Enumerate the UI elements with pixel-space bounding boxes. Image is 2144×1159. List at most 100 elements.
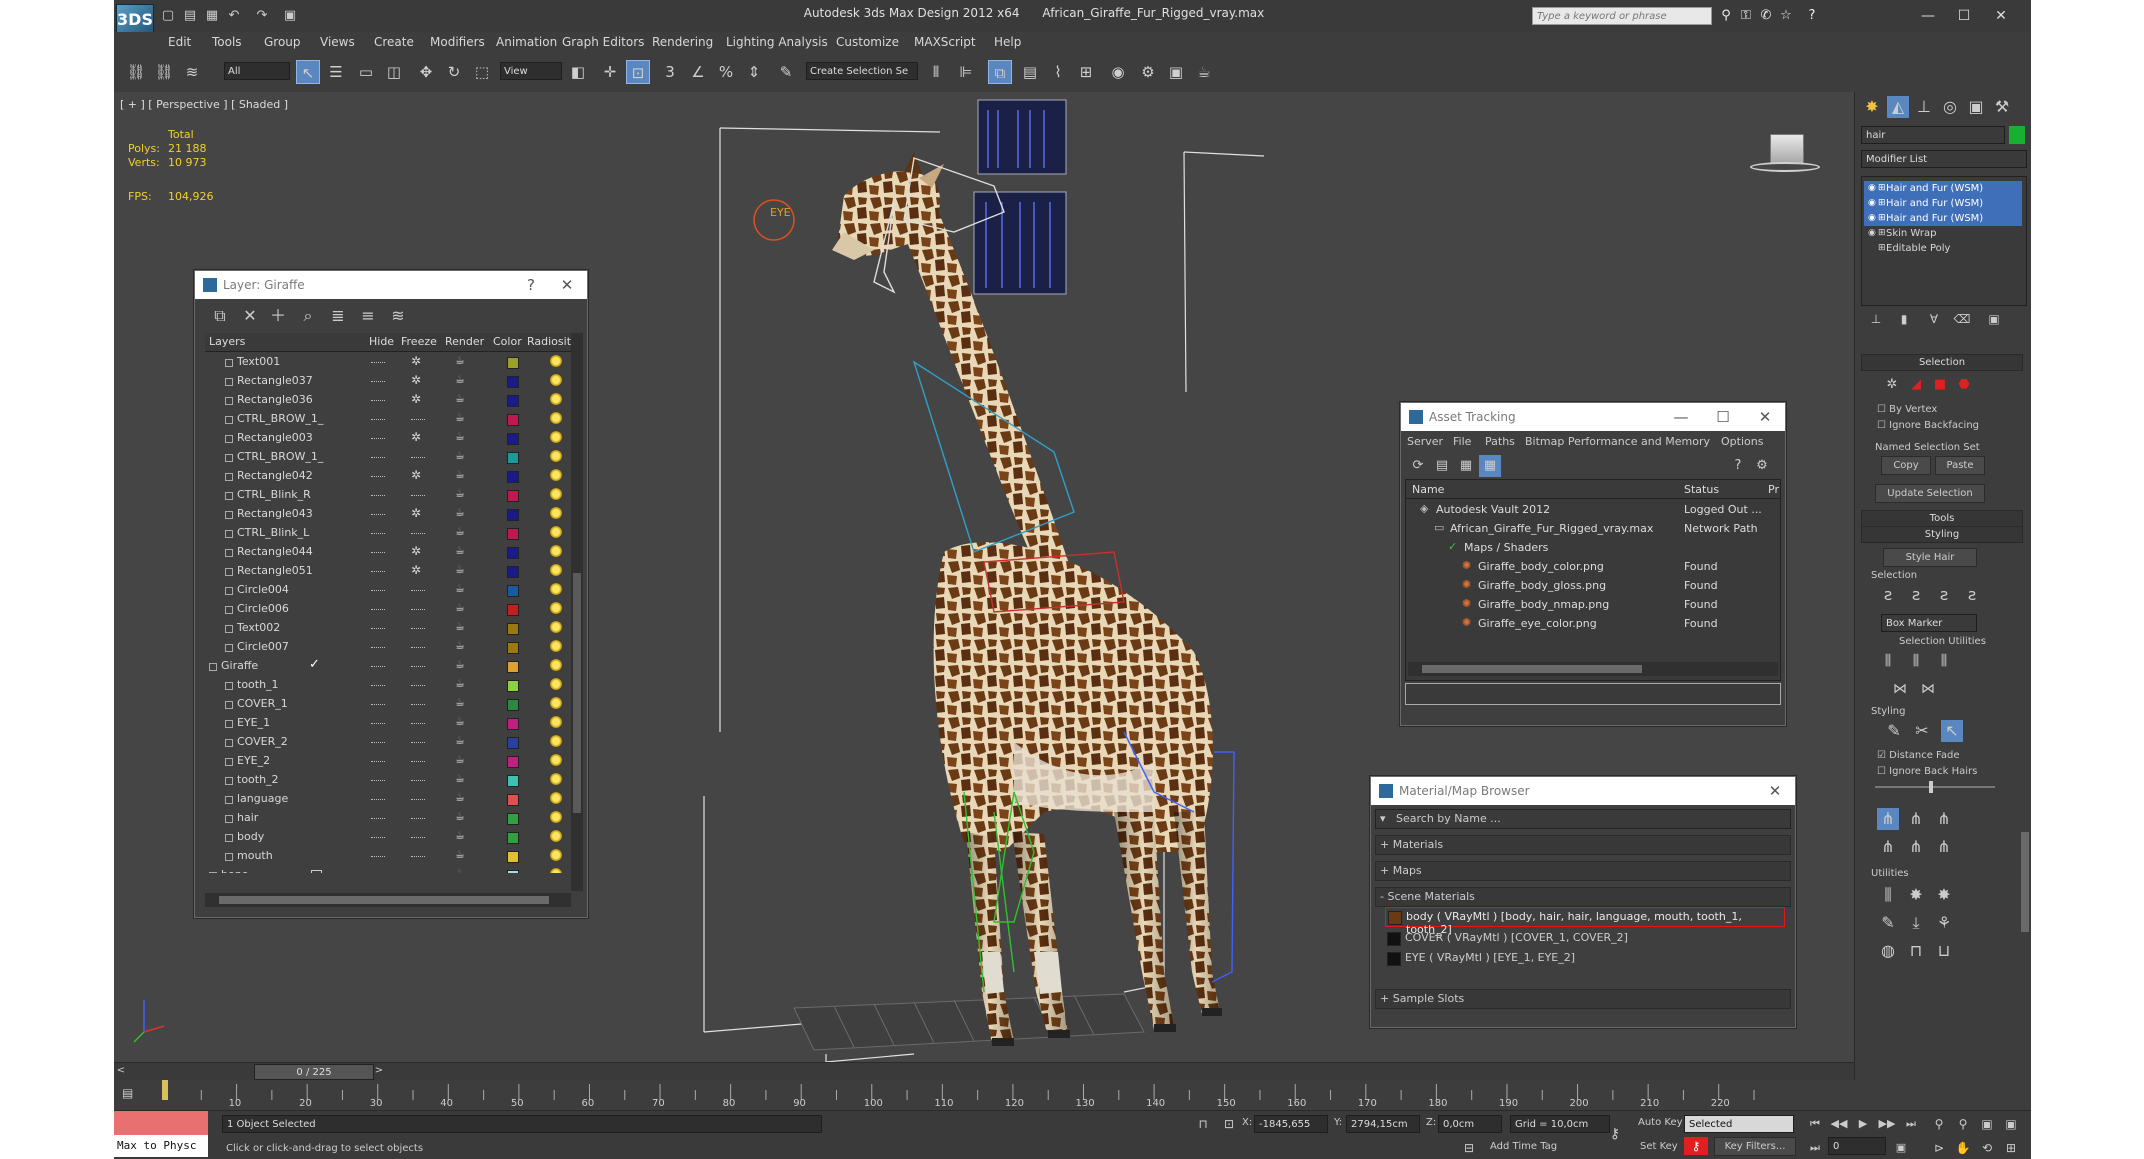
hide-toggle[interactable] bbox=[371, 799, 385, 802]
key-filter-dropdown[interactable]: Selected bbox=[1684, 1115, 1794, 1133]
modifier-stack-item[interactable]: ◉ ⊞ Hair and Fur (WSM) bbox=[1864, 211, 2022, 226]
distance-fade-checkbox[interactable]: ☑ Distance Fade bbox=[1877, 750, 1960, 761]
next-frame-arrow-icon[interactable]: > bbox=[372, 1065, 386, 1079]
rollout-styling[interactable]: Styling bbox=[1861, 526, 2023, 543]
hide-toggle[interactable] bbox=[371, 818, 385, 821]
modify-tab-icon[interactable]: ◭ bbox=[1887, 96, 1909, 118]
render-teapot-icon[interactable]: ☕ bbox=[455, 734, 465, 747]
help-icon[interactable]: ? bbox=[1804, 8, 1820, 24]
select-rotate-icon[interactable]: ↻ bbox=[442, 60, 466, 84]
render-teapot-icon[interactable]: ☕ bbox=[455, 829, 465, 842]
material-search-input[interactable]: ▾ Search by Name ... bbox=[1375, 809, 1791, 829]
spinner-snap-icon[interactable]: ⇕ bbox=[742, 60, 766, 84]
modifier-stack-item[interactable]: ◉ ⊞ Hair and Fur (WSM) bbox=[1864, 181, 2022, 196]
layer-row[interactable]: Rectangle042 ✲ ☕ bbox=[205, 467, 575, 486]
hide-toggle[interactable] bbox=[371, 438, 385, 441]
ignore-back-hairs-checkbox[interactable]: ☐ Ignore Back Hairs bbox=[1877, 766, 1977, 777]
layer-color-swatch[interactable] bbox=[507, 585, 519, 597]
radiosity-bulb-icon[interactable] bbox=[550, 621, 562, 633]
pop-zero-icon[interactable]: ✸ bbox=[1933, 884, 1955, 906]
snaps-toggle-icon[interactable]: 3 bbox=[658, 60, 682, 84]
hide-toggle[interactable] bbox=[371, 514, 385, 517]
highlight-layer-icon[interactable]: ≣ bbox=[327, 305, 349, 327]
layer-color-swatch[interactable] bbox=[507, 775, 519, 787]
radiosity-bulb-icon[interactable] bbox=[550, 526, 562, 538]
freeze-snowflake-icon[interactable]: ✲ bbox=[411, 373, 421, 387]
radiosity-bulb-icon[interactable] bbox=[550, 355, 562, 367]
render-teapot-icon[interactable]: ☕ bbox=[455, 658, 465, 671]
layer-manager-window[interactable]: Layer: Giraffe ? ✕ ⧉ ✕ ＋ ⌕ ≣ ≡ ≋ Layers … bbox=[194, 270, 588, 918]
asset-path-field[interactable] bbox=[1405, 683, 1781, 705]
freeze-all-layers-icon[interactable]: ≋ bbox=[387, 305, 409, 327]
key-filters-button[interactable]: Key Filters... bbox=[1714, 1137, 1796, 1156]
current-layer-box-icon[interactable] bbox=[311, 870, 322, 873]
layer-row[interactable]: CTRL_Blink_L ☕ bbox=[205, 524, 575, 543]
render-teapot-icon[interactable]: ☕ bbox=[455, 715, 465, 728]
material-item-body[interactable]: body ( VRayMtl ) [body, hair, hair, lang… bbox=[1385, 907, 1785, 936]
time-configuration-icon[interactable]: ▣ bbox=[1890, 1137, 1912, 1159]
layer-color-swatch[interactable] bbox=[507, 490, 519, 502]
radiosity-bulb-icon[interactable] bbox=[550, 564, 562, 576]
unlock-icon[interactable]: ⊔ bbox=[1933, 940, 1955, 962]
utilities-tab-icon[interactable]: ⚒ bbox=[1991, 96, 2013, 118]
layer-name[interactable]: hair bbox=[237, 811, 258, 824]
attenuate-icon[interactable]: ⫼ bbox=[1877, 884, 1899, 906]
layer-name[interactable]: body bbox=[237, 830, 264, 843]
render-teapot-icon[interactable]: ☕ bbox=[455, 354, 465, 367]
show-end-result-icon[interactable]: ▮ bbox=[1893, 308, 1915, 330]
freeze-toggle[interactable] bbox=[411, 742, 425, 745]
set-key-button[interactable]: Set Key bbox=[1640, 1141, 1678, 1152]
list-view-icon[interactable]: ▤ bbox=[1431, 455, 1453, 477]
percent-snap-icon[interactable]: % bbox=[714, 60, 738, 84]
layer-row[interactable]: CTRL_Blink_R ☕ bbox=[205, 486, 575, 505]
field-of-view-icon[interactable]: ⊳ bbox=[1928, 1137, 1950, 1159]
select-by-name-icon[interactable]: ☰ bbox=[324, 60, 348, 84]
group-sample-slots[interactable]: + Sample Slots bbox=[1375, 989, 1791, 1009]
render-teapot-icon[interactable]: ☕ bbox=[455, 867, 465, 873]
freeze-toggle[interactable] bbox=[411, 704, 425, 707]
layer-name[interactable]: Circle007 bbox=[237, 640, 289, 653]
group-scene-materials[interactable]: - Scene Materials bbox=[1375, 887, 1791, 907]
asset-col-pr[interactable]: Pr bbox=[1768, 483, 1779, 496]
guide-select-icon[interactable]: ◢ bbox=[1905, 374, 1927, 396]
menu-graph-editors[interactable]: Graph Editors bbox=[562, 35, 644, 49]
brush-size-slider[interactable] bbox=[1875, 781, 1995, 793]
layer-color-swatch[interactable] bbox=[507, 623, 519, 635]
freeze-toggle[interactable] bbox=[411, 856, 425, 859]
prev-frame-icon[interactable]: < bbox=[114, 1065, 128, 1079]
expand-icon[interactable]: ⊞ bbox=[1878, 211, 1886, 226]
radiosity-bulb-icon[interactable] bbox=[550, 583, 562, 595]
unlink-icon[interactable]: ⛓ bbox=[152, 60, 176, 84]
asset-menu-server[interactable]: Server bbox=[1407, 435, 1443, 448]
binoculars-icon[interactable]: ⚲ bbox=[1718, 8, 1734, 24]
layer-row[interactable]: body ☕ bbox=[205, 828, 575, 847]
radiosity-bulb-icon[interactable] bbox=[550, 792, 562, 804]
layer-name[interactable]: CTRL_Blink_L bbox=[237, 526, 309, 539]
new-file-icon[interactable]: ▢ bbox=[160, 8, 176, 24]
asset-menu-options[interactable]: Options bbox=[1721, 435, 1763, 448]
expand-selection-icon[interactable]: ⫼ bbox=[1933, 650, 1955, 672]
freeze-toggle[interactable] bbox=[411, 818, 425, 821]
layer-name[interactable]: Circle004 bbox=[237, 583, 289, 596]
render-teapot-icon[interactable]: ☕ bbox=[455, 677, 465, 690]
orbit-icon[interactable]: ⟲ bbox=[1976, 1137, 1998, 1159]
radiosity-bulb-icon[interactable] bbox=[550, 545, 562, 557]
freeze-snowflake-icon[interactable]: ✲ bbox=[411, 354, 421, 368]
asset-col-status[interactable]: Status bbox=[1684, 483, 1719, 496]
toggle-hair-icon[interactable]: ◍ bbox=[1877, 940, 1899, 962]
zoom-all-icon[interactable]: ⚲ bbox=[1952, 1113, 1974, 1135]
layer-name[interactable]: Rectangle003 bbox=[237, 431, 313, 444]
asset-menu-bitmap-performance[interactable]: Bitmap Performance and Memory bbox=[1525, 435, 1710, 448]
render-teapot-icon[interactable]: ☕ bbox=[455, 506, 465, 519]
add-time-tag[interactable]: Add Time Tag bbox=[1490, 1141, 1557, 1152]
freeze-toggle[interactable] bbox=[411, 457, 425, 460]
render-teapot-icon[interactable]: ☕ bbox=[455, 772, 465, 785]
perspective-viewport[interactable]: [ + ] [ Perspective ] [ Shaded ] Total P… bbox=[114, 92, 1854, 1062]
render-teapot-icon[interactable]: ☕ bbox=[455, 449, 465, 462]
set-key-mode-icon[interactable]: ⚷ bbox=[1604, 1123, 1626, 1145]
render-teapot-icon[interactable]: ☕ bbox=[455, 392, 465, 405]
menu-views[interactable]: Views bbox=[320, 35, 355, 49]
hide-toggle[interactable] bbox=[371, 856, 385, 859]
hide-toggle[interactable] bbox=[371, 685, 385, 688]
radiosity-bulb-icon[interactable] bbox=[550, 640, 562, 652]
